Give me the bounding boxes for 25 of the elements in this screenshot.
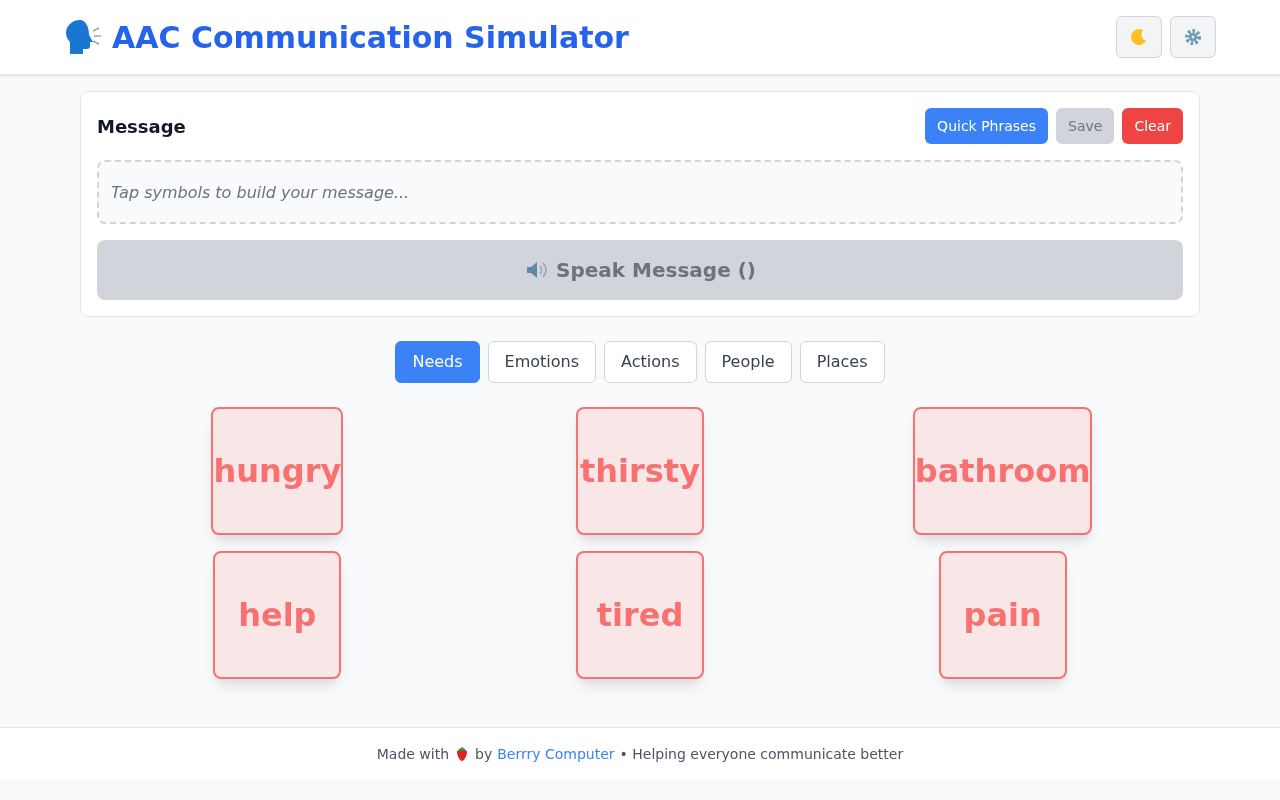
message-heading: Message [97, 114, 186, 139]
symbol-card[interactable]: hungry [211, 407, 344, 535]
action-button[interactable]: Quick Phrases [925, 108, 1048, 144]
footer-text: Made with [376, 744, 450, 764]
category-tab[interactable]: People [704, 341, 792, 383]
app-title: AAC Communication Simulator [112, 18, 629, 57]
symbol-card[interactable]: thirsty [576, 407, 704, 535]
category-tab[interactable]: Actions [604, 341, 697, 383]
moon-icon [1130, 28, 1148, 46]
settings-icon [1184, 28, 1202, 46]
speaking-head-icon [64, 19, 102, 55]
category-tab[interactable]: Places [799, 341, 885, 383]
theme-toggle-button[interactable] [1116, 16, 1162, 58]
message-field[interactable]: Tap symbols to build your message... [97, 160, 1183, 224]
category-tab[interactable]: Needs [395, 341, 480, 383]
symbol-card[interactable]: help [213, 551, 342, 679]
symbol-card[interactable]: bathroom [912, 407, 1093, 535]
settings-button[interactable] [1170, 16, 1216, 58]
symbol-card[interactable]: tired [576, 551, 704, 679]
category-tab[interactable]: Emotions [487, 341, 597, 383]
footer-link[interactable]: Berrry Computer [497, 743, 615, 765]
footer-text: • Helping everyone communicate better [619, 744, 904, 764]
action-button[interactable]: Clear [1122, 108, 1183, 144]
symbol-card[interactable]: pain [938, 551, 1067, 679]
footer-text: by [475, 744, 493, 764]
